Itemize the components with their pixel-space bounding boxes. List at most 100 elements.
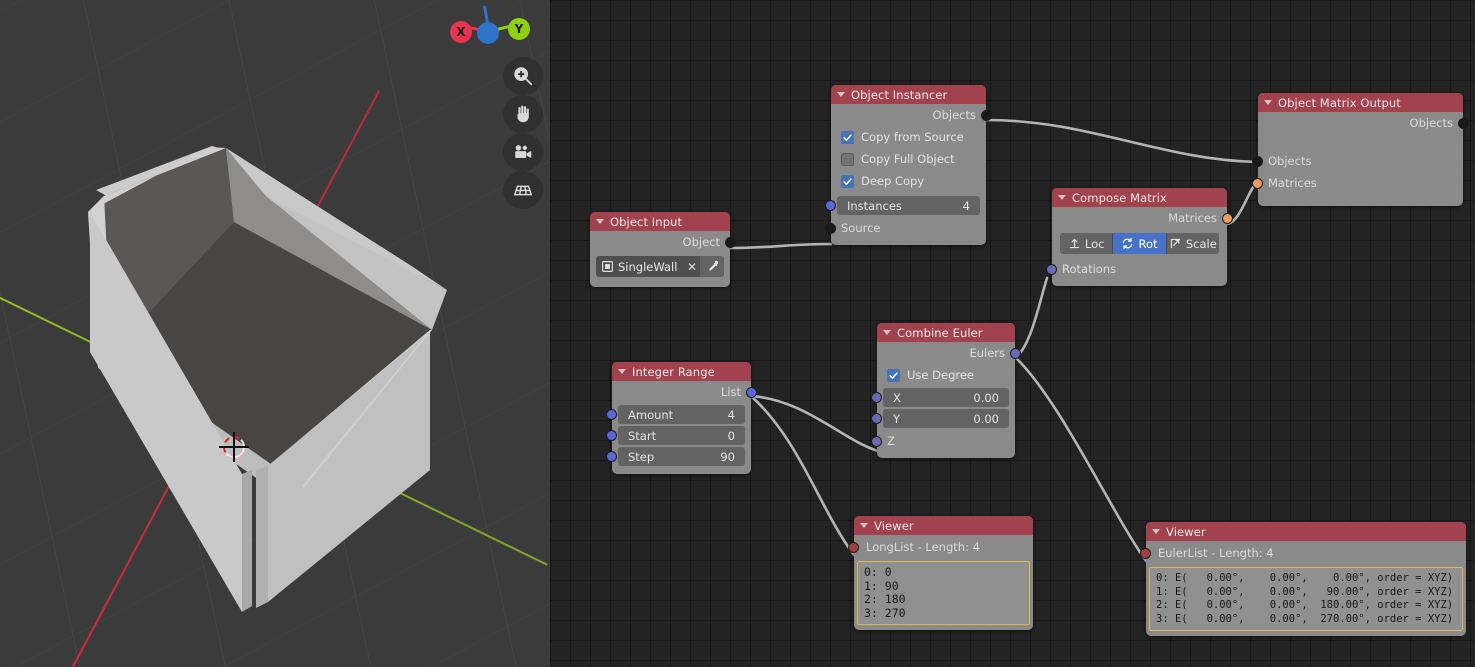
socket-viewer-input[interactable]	[848, 541, 859, 553]
clear-object-button[interactable]: ✕	[684, 260, 700, 274]
node-body: Object SingleWall ✕	[590, 231, 736, 287]
field-instances[interactable]: Instances 4	[825, 196, 980, 215]
field-y[interactable]: Y 0.00	[871, 409, 1009, 428]
socket-instances[interactable]	[825, 200, 836, 211]
collapse-triangle-icon[interactable]	[883, 330, 891, 335]
toggle-loc[interactable]: Loc	[1060, 233, 1114, 254]
viewer-summary-row[interactable]: LongList - Length: 4	[848, 535, 1033, 559]
checkbox-icon[interactable]	[887, 368, 900, 382]
node-title: Viewer	[874, 518, 914, 533]
scale-icon	[1170, 238, 1181, 249]
node-header[interactable]: Viewer	[1146, 522, 1466, 541]
input-rotations[interactable]: Rotations	[1046, 258, 1227, 280]
node-object-matrix-output[interactable]: Object Matrix Output Objects Objects Mat…	[1252, 93, 1469, 206]
collapse-triangle-icon[interactable]	[596, 219, 604, 224]
field-start[interactable]: Start 0	[606, 426, 745, 445]
node-viewer-euler-list[interactable]: Viewer EulerList - Length: 4 0: E( 0.00°…	[1140, 522, 1466, 636]
node-header[interactable]: Viewer	[854, 516, 1033, 535]
node-header[interactable]: Object Input	[590, 212, 730, 231]
socket-x[interactable]	[871, 392, 882, 403]
zoom-icon[interactable]	[503, 57, 543, 95]
gizmo-ball-x[interactable]: X	[450, 21, 472, 43]
checkbox-copy-full-object[interactable]: Copy Full Object	[831, 148, 986, 170]
toggle-rot[interactable]: Rot	[1113, 233, 1167, 254]
collapse-triangle-icon[interactable]	[860, 523, 868, 528]
node-header[interactable]: Compose Matrix	[1052, 188, 1227, 207]
checkbox-icon[interactable]	[841, 130, 854, 144]
toggle-scale[interactable]: Scale	[1166, 233, 1219, 254]
socket-step[interactable]	[606, 451, 617, 462]
transform-toggle-group[interactable]: Loc Rot Scale	[1060, 233, 1219, 254]
output-objects[interactable]: Objects	[1258, 112, 1469, 134]
collapse-triangle-icon[interactable]	[837, 92, 845, 97]
collapse-triangle-icon[interactable]	[1152, 529, 1160, 534]
checkbox-icon[interactable]	[841, 174, 854, 188]
field-x[interactable]: X 0.00	[871, 388, 1009, 407]
socket-viewer-input[interactable]	[1140, 547, 1151, 559]
object-selector[interactable]: SingleWall ✕	[596, 256, 724, 277]
input-source[interactable]: Source	[825, 217, 986, 239]
input-z[interactable]: Z	[871, 430, 1015, 452]
checkbox-use-degree[interactable]: Use Degree	[877, 364, 1015, 386]
field-value: 4	[727, 407, 735, 422]
node-editor[interactable]: Object Input Object SingleWall ✕ Object …	[550, 0, 1475, 667]
socket-objects-in[interactable]	[1252, 155, 1263, 167]
node-header[interactable]: Integer Range	[612, 362, 751, 381]
checkbox-deep-copy[interactable]: Deep Copy	[831, 170, 986, 192]
gizmo-ball-y[interactable]: Y	[508, 18, 530, 40]
node-integer-range[interactable]: Integer Range List Amount 4 Start 0 Step…	[606, 362, 757, 474]
input-objects[interactable]: Objects	[1252, 150, 1463, 172]
socket-object[interactable]	[725, 236, 736, 248]
node-body: LongList - Length: 4 0: 0 1: 90 2: 180 3…	[848, 535, 1033, 630]
node-body: Objects Objects Matrices	[1252, 112, 1469, 206]
viewer-summary-row[interactable]: EulerList - Length: 4	[1140, 541, 1466, 565]
field-value: 90	[720, 449, 735, 464]
hand-icon[interactable]	[503, 95, 543, 133]
gizmo-ball-z[interactable]	[477, 22, 499, 44]
node-header[interactable]: Object Instancer	[831, 85, 986, 104]
socket-amount[interactable]	[606, 409, 617, 420]
socket-objects[interactable]	[981, 109, 992, 121]
socket-z[interactable]	[871, 435, 882, 447]
collapse-triangle-icon[interactable]	[618, 369, 626, 374]
output-objects[interactable]: Objects	[831, 104, 992, 126]
checkbox-icon[interactable]	[841, 152, 854, 166]
viewer-summary: LongList - Length: 4	[866, 540, 980, 554]
3d-viewport[interactable]: X Y	[0, 0, 550, 667]
collapse-triangle-icon[interactable]	[1058, 195, 1066, 200]
field-label: Start	[628, 428, 657, 443]
socket-list[interactable]	[746, 386, 757, 398]
node-header[interactable]: Combine Euler	[877, 323, 1015, 342]
socket-matrices-in[interactable]	[1252, 177, 1263, 189]
socket-rotations[interactable]	[1046, 263, 1057, 275]
node-viewer-long-list[interactable]: Viewer LongList - Length: 4 0: 0 1: 90 2…	[848, 516, 1033, 630]
input-matrices[interactable]: Matrices	[1252, 172, 1463, 194]
navigation-gizmo[interactable]: X Y	[443, 2, 543, 62]
node-object-input[interactable]: Object Input Object SingleWall ✕	[590, 212, 736, 287]
node-combine-euler[interactable]: Combine Euler Eulers Use Degree X 0.00 Y…	[871, 323, 1021, 458]
node-compose-matrix[interactable]: Compose Matrix Matrices Loc Rot Scale Ro…	[1046, 188, 1233, 286]
node-object-instancer[interactable]: Object Instancer Objects Copy from Sourc…	[825, 85, 992, 245]
node-title: Viewer	[1166, 524, 1206, 539]
field-label: Y	[893, 411, 901, 426]
output-matrices[interactable]: Matrices	[1052, 207, 1233, 229]
field-step[interactable]: Step 90	[606, 447, 745, 466]
socket-y[interactable]	[871, 413, 882, 424]
camera-icon[interactable]	[503, 133, 543, 171]
viewport-tool-buttons[interactable]	[503, 57, 543, 209]
grid-icon[interactable]	[503, 171, 543, 209]
eyedropper-icon[interactable]	[700, 256, 724, 277]
socket-matrices[interactable]	[1222, 212, 1233, 224]
socket-source[interactable]	[825, 222, 836, 234]
field-label: Amount	[628, 407, 674, 422]
socket-objects[interactable]	[1458, 117, 1469, 129]
node-header[interactable]: Object Matrix Output	[1258, 93, 1463, 112]
field-amount[interactable]: Amount 4	[606, 405, 745, 424]
socket-start[interactable]	[606, 430, 617, 441]
output-eulers[interactable]: Eulers	[877, 342, 1021, 364]
collapse-triangle-icon[interactable]	[1264, 100, 1272, 105]
checkbox-copy-from-source[interactable]: Copy from Source	[831, 126, 986, 148]
socket-eulers[interactable]	[1010, 347, 1021, 359]
output-list[interactable]: List	[612, 381, 757, 403]
output-object[interactable]: Object	[590, 231, 736, 253]
